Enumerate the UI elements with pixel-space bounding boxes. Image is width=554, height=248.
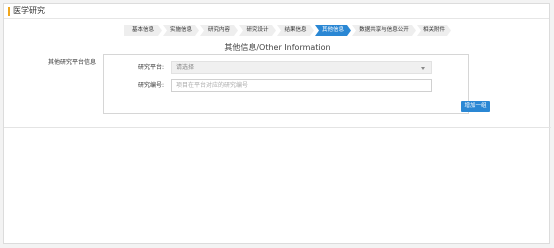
step-other-info[interactable]: 其他信息 [315, 25, 351, 36]
step-research-design[interactable]: 研究设计 [239, 25, 276, 36]
step-wizard: 基本信息 实施信息 研究内容 研究设计 结果信息 其他信息 数据共享与信息公开 … [124, 25, 452, 36]
step-research-content[interactable]: 研究内容 [200, 25, 238, 36]
page-title: 医学研究 [13, 6, 45, 15]
add-group-button[interactable]: 增加一组 [461, 101, 490, 112]
title-accent-bar [8, 7, 10, 16]
section-title: 其他信息/Other Information [224, 43, 331, 52]
step-implementation-info[interactable]: 实施信息 [163, 25, 199, 36]
step-basic-info[interactable]: 基本信息 [124, 25, 162, 36]
platform-label: 研究平台: [138, 64, 165, 71]
number-label: 研究编号: [138, 82, 165, 89]
chevron-down-icon [421, 67, 425, 70]
step-result-info[interactable]: 结果信息 [277, 25, 314, 36]
step-data-sharing[interactable]: 数据共享与信息公开 [352, 25, 416, 36]
title-bar: 医学研究 [4, 4, 549, 19]
content-divider [4, 127, 551, 128]
platform-select[interactable]: 请选择 [171, 61, 432, 74]
platform-select-value: 请选择 [176, 64, 195, 71]
platform-section-label: 其他研究平台信息 [48, 59, 97, 66]
step-attachments[interactable]: 相关附件 [417, 25, 451, 36]
platform-panel: 研究平台: 请选择 研究编号: 项目在平台对应的研究编号 增加一组 [103, 54, 490, 114]
research-number-input[interactable]: 项目在平台对应的研究编号 [171, 79, 432, 92]
page-frame: 医学研究 基本信息 实施信息 研究内容 研究设计 结果信息 其他信息 数据共享与… [3, 3, 551, 244]
